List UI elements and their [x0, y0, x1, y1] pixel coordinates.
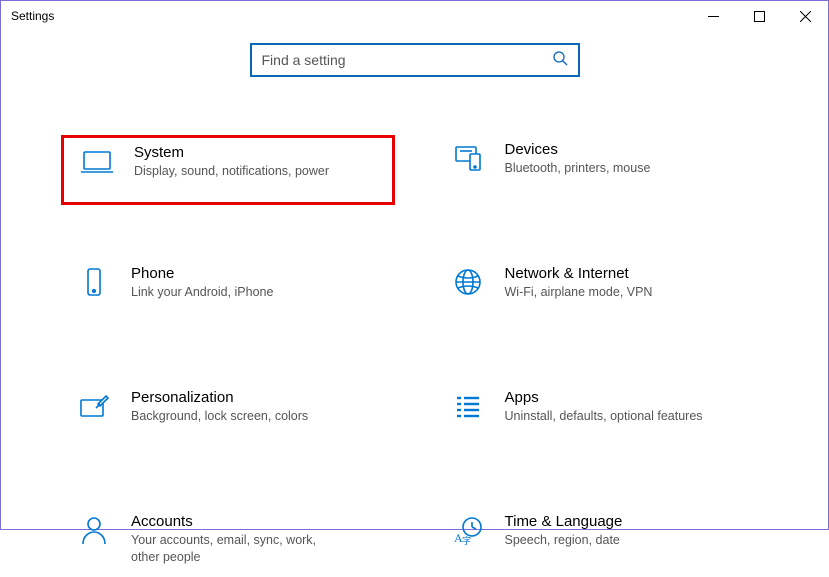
- category-time[interactable]: A 字 Time & Language Speech, region, date: [435, 507, 769, 577]
- svg-text:字: 字: [462, 535, 471, 546]
- category-desc: Wi-Fi, airplane mode, VPN: [505, 284, 705, 301]
- category-grid: System Display, sound, notifications, po…: [1, 135, 828, 577]
- category-personalization[interactable]: Personalization Background, lock screen,…: [61, 383, 395, 453]
- category-devices[interactable]: Devices Bluetooth, printers, mouse: [435, 135, 769, 205]
- category-text: Accounts Your accounts, email, sync, wor…: [131, 513, 389, 566]
- category-system[interactable]: System Display, sound, notifications, po…: [61, 135, 395, 205]
- category-apps[interactable]: Apps Uninstall, defaults, optional featu…: [435, 383, 769, 453]
- window-title: Settings: [11, 9, 54, 23]
- system-icon: [80, 144, 114, 178]
- category-text: Network & Internet Wi-Fi, airplane mode,…: [505, 265, 763, 301]
- category-text: Phone Link your Android, iPhone: [131, 265, 389, 301]
- apps-icon: [451, 389, 485, 423]
- brush-icon: [77, 389, 111, 423]
- search-box[interactable]: [250, 43, 580, 77]
- maximize-button[interactable]: [736, 1, 782, 31]
- category-text: Time & Language Speech, region, date: [505, 513, 763, 549]
- category-title: Personalization: [131, 389, 389, 406]
- category-desc: Uninstall, defaults, optional features: [505, 408, 705, 425]
- category-title: Network & Internet: [505, 265, 763, 282]
- clock-language-icon: A 字: [451, 513, 485, 547]
- category-desc: Background, lock screen, colors: [131, 408, 331, 425]
- category-accounts[interactable]: Accounts Your accounts, email, sync, wor…: [61, 507, 395, 577]
- search-container: [1, 43, 828, 77]
- devices-icon: [451, 141, 485, 175]
- titlebar: Settings: [1, 1, 828, 31]
- category-text: System Display, sound, notifications, po…: [134, 144, 386, 180]
- category-desc: Link your Android, iPhone: [131, 284, 331, 301]
- category-text: Apps Uninstall, defaults, optional featu…: [505, 389, 763, 425]
- globe-icon: [451, 265, 485, 299]
- category-desc: Display, sound, notifications, power: [134, 163, 334, 180]
- category-title: Apps: [505, 389, 763, 406]
- window-controls: [690, 1, 828, 31]
- category-text: Devices Bluetooth, printers, mouse: [505, 141, 763, 177]
- category-title: Devices: [505, 141, 763, 158]
- category-phone[interactable]: Phone Link your Android, iPhone: [61, 259, 395, 329]
- category-network[interactable]: Network & Internet Wi-Fi, airplane mode,…: [435, 259, 769, 329]
- category-title: System: [134, 144, 386, 161]
- phone-icon: [77, 265, 111, 299]
- category-text: Personalization Background, lock screen,…: [131, 389, 389, 425]
- category-title: Time & Language: [505, 513, 763, 530]
- category-title: Accounts: [131, 513, 389, 530]
- search-input[interactable]: [262, 52, 552, 68]
- search-icon: [552, 50, 568, 71]
- category-title: Phone: [131, 265, 389, 282]
- person-icon: [77, 513, 111, 547]
- category-desc: Bluetooth, printers, mouse: [505, 160, 705, 177]
- minimize-button[interactable]: [690, 1, 736, 31]
- category-desc: Speech, region, date: [505, 532, 705, 549]
- close-button[interactable]: [782, 1, 828, 31]
- category-desc: Your accounts, email, sync, work, other …: [131, 532, 331, 566]
